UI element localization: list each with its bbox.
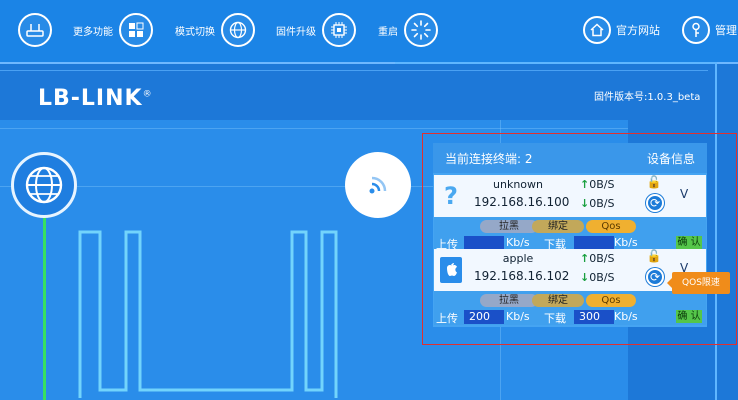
up-arrow-icon: ↑ (580, 252, 590, 265)
confirm-button[interactable]: 确 认 (676, 236, 702, 249)
upload-limit-input[interactable]: 200 (464, 310, 504, 324)
device-summary: apple 192.168.16.102 ↑0B/S ↓0B/S 🔓 ⟳ V (434, 249, 706, 291)
upload-speed-value: 0B/S (589, 178, 615, 191)
device-card: apple 192.168.16.102 ↑0B/S ↓0B/S 🔓 ⟳ V 拉… (434, 249, 706, 325)
official-site-nav[interactable]: 官方网站 (583, 8, 660, 52)
qos-button[interactable]: Qos (586, 220, 636, 233)
refresh-icon[interactable]: ⟳ (646, 268, 664, 286)
download-speed-value: 0B/S (589, 271, 615, 284)
expand-toggle[interactable]: V (680, 187, 688, 201)
grid-line (0, 128, 628, 129)
blacklist-button[interactable]: 拉黑 (480, 220, 538, 233)
device-name: apple (502, 252, 534, 265)
home-icon[interactable] (583, 16, 611, 44)
router-icon[interactable] (18, 13, 52, 47)
refresh-icon[interactable]: ⟳ (646, 194, 664, 212)
reboot-nav[interactable]: 重启 (378, 8, 438, 52)
upload-limit-input[interactable] (464, 236, 504, 250)
up-arrow-icon: ↑ (580, 178, 590, 191)
reboot-label[interactable]: 重启 (378, 23, 398, 38)
firmware-version: 固件版本号:1.0.3_beta (594, 92, 701, 103)
upload-speed: ↑0B/S (580, 252, 614, 265)
download-unit: Kb/s (614, 310, 638, 323)
device-actions: 拉黑 绑定 Qos 上传 Kb/s 下载 Kb/s 确 认 (434, 217, 706, 251)
manage-nav[interactable]: 管理 (682, 8, 737, 52)
upload-label: 上传 (436, 312, 458, 325)
traffic-waveform (78, 230, 338, 398)
down-arrow-icon: ↓ (580, 271, 590, 284)
blacklist-button[interactable]: 拉黑 (480, 294, 538, 307)
brand-logo: LB-LINK® (38, 86, 153, 111)
download-speed: ↓0B/S (580, 197, 614, 210)
apple-device-icon (439, 254, 463, 286)
bind-button[interactable]: 绑定 (532, 294, 584, 307)
bind-button[interactable]: 绑定 (532, 220, 584, 233)
upload-unit: Kb/s (506, 236, 530, 249)
device-ip: 192.168.16.100 (474, 195, 570, 209)
device-summary: ? unknown 192.168.16.100 ↑0B/S ↓0B/S 🔓 ⟳… (434, 175, 706, 217)
download-speed-value: 0B/S (589, 197, 615, 210)
device-ip: 192.168.16.102 (474, 269, 570, 283)
wifi-icon[interactable] (345, 152, 411, 218)
manage-label[interactable]: 管理 (715, 22, 737, 38)
more-functions-label[interactable]: 更多功能 (73, 23, 113, 38)
upload-speed: ↑0B/S (580, 178, 614, 191)
upload-unit: Kb/s (506, 310, 530, 323)
connected-devices-panel: 当前连接终端: 2 设备信息 ? unknown 192.168.16.100 … (433, 143, 707, 327)
download-limit-input[interactable]: 300 (574, 310, 614, 324)
chip-icon[interactable] (322, 13, 356, 47)
router-nav[interactable] (18, 8, 52, 52)
internet-globe-icon[interactable] (11, 152, 77, 218)
globe-icon[interactable] (221, 13, 255, 47)
grid-icon[interactable] (119, 13, 153, 47)
device-actions: 拉黑 绑定 Qos 上传 200 Kb/s 下载 300 Kb/s 确 认 (434, 291, 706, 325)
lock-icon[interactable]: 🔓 (644, 249, 664, 263)
devices-header: 当前连接终端: 2 设备信息 (433, 143, 707, 173)
brand-logo-text: LB-LINK (38, 86, 143, 111)
device-name: unknown (493, 178, 543, 191)
lock-icon[interactable]: 🔓 (644, 175, 664, 189)
firmware-upgrade-label[interactable]: 固件升级 (276, 23, 316, 38)
registered-mark: ® (142, 89, 153, 100)
device-info-label[interactable]: 设备信息 (647, 150, 695, 167)
key-icon[interactable] (682, 16, 710, 44)
qos-button[interactable]: Qos (586, 294, 636, 307)
download-label: 下载 (544, 312, 566, 325)
upload-speed-value: 0B/S (589, 252, 615, 265)
unknown-device-icon: ? (444, 182, 458, 210)
confirm-button[interactable]: 确 认 (676, 310, 702, 323)
official-site-label[interactable]: 官方网站 (616, 22, 660, 38)
mode-switch-label[interactable]: 模式切换 (175, 23, 215, 38)
mode-switch-nav[interactable]: 模式切换 (175, 8, 255, 52)
device-card: ? unknown 192.168.16.100 ↑0B/S ↓0B/S 🔓 ⟳… (434, 175, 706, 251)
connected-count: 当前连接终端: 2 (445, 151, 533, 166)
down-arrow-icon: ↓ (580, 197, 590, 210)
wan-link-line (43, 216, 46, 400)
qos-tooltip: QOS限速 (667, 272, 730, 294)
download-unit: Kb/s (614, 236, 638, 249)
download-limit-input[interactable] (574, 236, 614, 250)
firmware-upgrade-nav[interactable]: 固件升级 (276, 8, 356, 52)
more-functions-nav[interactable]: 更多功能 (73, 8, 153, 52)
spinner-icon[interactable] (404, 13, 438, 47)
download-speed: ↓0B/S (580, 271, 614, 284)
